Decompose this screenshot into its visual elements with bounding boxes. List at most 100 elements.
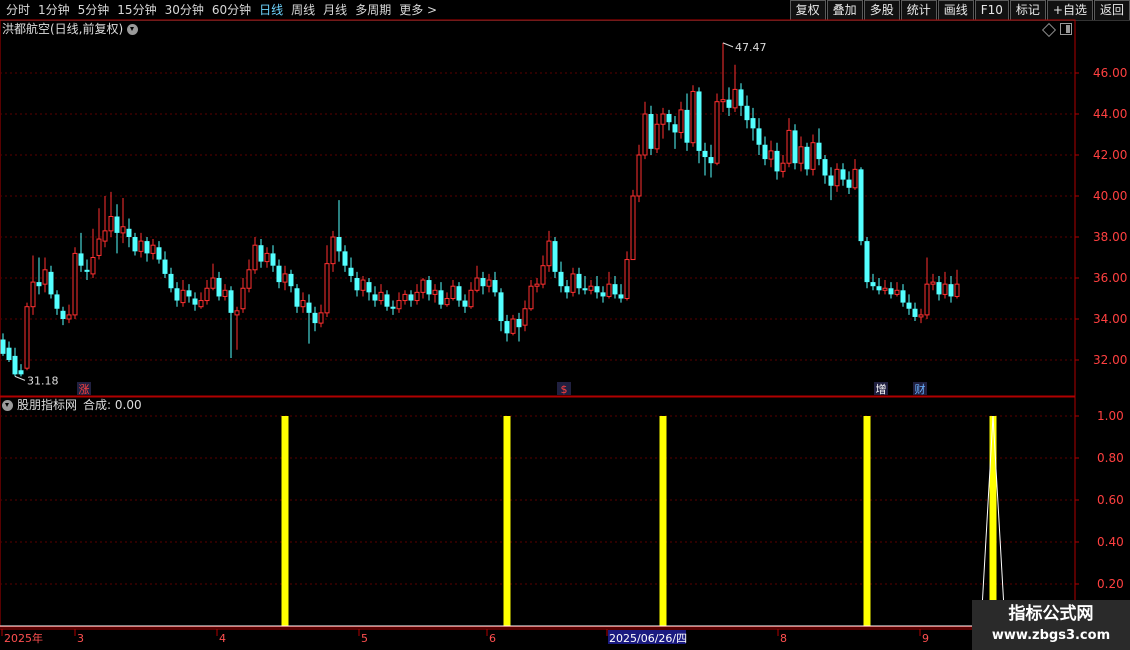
candle-body-up (246, 269, 252, 289)
event-marker: $ (561, 383, 568, 396)
candle-body-up (300, 300, 306, 308)
candle-body-up (522, 308, 528, 326)
candle-body-down (504, 321, 510, 334)
price-tick-label: 36.00 (1093, 271, 1127, 285)
signal-bar (659, 416, 667, 626)
candle-body-down (384, 294, 390, 307)
candle-body-down (870, 282, 876, 287)
candle-body-down (564, 286, 570, 293)
price-panel-frame (0, 19, 1076, 397)
candle-body-up (624, 259, 630, 299)
candle-body-down (492, 280, 498, 293)
candle-body-down (174, 288, 180, 301)
candle-body-up (204, 287, 210, 302)
indicator-tick-label: 0.40 (1097, 535, 1124, 549)
candle-body-down (900, 290, 906, 303)
candle-body-up (894, 289, 900, 295)
candle-body-up (102, 230, 108, 242)
candle-body-down (168, 273, 174, 289)
candle-body-down (462, 300, 468, 307)
candle-body-down (792, 130, 798, 164)
indicator-panel-frame (0, 396, 1076, 628)
candle-body-down (738, 89, 744, 106)
candle-body-down (594, 286, 600, 293)
indicator-tick-label: 0.80 (1097, 451, 1124, 465)
candle-body-up (72, 252, 78, 316)
candle-body-down (762, 144, 768, 160)
price-tick-label: 38.00 (1093, 230, 1127, 244)
candle-body-down (162, 259, 168, 274)
candle-body-up (378, 291, 384, 302)
candle-body-down (708, 157, 714, 164)
candle-body-down (408, 294, 414, 301)
candle-body-down (276, 265, 282, 283)
candle-body-down (552, 241, 558, 272)
candle-body-up (654, 123, 660, 150)
high-price-label: 47.47 (735, 41, 767, 54)
candle-body-down (390, 306, 396, 309)
candle-body-down (354, 278, 360, 291)
candle-body-up (318, 312, 324, 324)
price-tick-label: 44.00 (1093, 107, 1127, 121)
date-label: 9 (922, 632, 929, 645)
candle-body-down (936, 282, 942, 295)
candle-body-down (816, 142, 822, 160)
candle-body-up (150, 244, 156, 254)
indicator-tick-label: 0.60 (1097, 493, 1124, 507)
kline-chart[interactable]: 46.00 44.00 42.00 40.00 38.00 36.00 34.00 32.00… (0, 0, 1130, 650)
candle-body-down (828, 175, 834, 186)
candle-body-down (372, 294, 378, 301)
candle-body-up (282, 273, 288, 283)
candle-body-down (12, 355, 18, 375)
candle-body-up (108, 216, 114, 232)
candle-body-up (852, 168, 858, 189)
candle-body-up (714, 101, 720, 164)
candle-body-up (768, 150, 774, 160)
candle-body-up (642, 113, 648, 156)
candle-body-down (216, 278, 222, 297)
candle-body-down (288, 273, 294, 287)
candle-body-up (780, 162, 786, 172)
candle-body-down (648, 114, 654, 149)
candle-body-up (528, 285, 534, 310)
candle-body-down (672, 124, 678, 133)
candle-body-down (114, 216, 120, 233)
signal-bar (503, 416, 511, 626)
candle-body-down (618, 294, 624, 299)
candle-body-down (726, 99, 732, 108)
date-label: 2025年 (4, 631, 43, 645)
candle-body-up (924, 283, 930, 316)
candle-body-up (720, 99, 726, 103)
candle-body-up (444, 298, 450, 306)
candle-body-down (948, 284, 954, 297)
candle-body-up (534, 283, 540, 287)
candle-body-up (834, 168, 840, 187)
candle-body-down (60, 310, 66, 319)
price-tick-label: 42.00 (1093, 148, 1127, 162)
candle-body-up (420, 279, 426, 293)
candle-body-up (882, 287, 888, 291)
candle-body-up (360, 279, 366, 291)
candle-body-down (600, 292, 606, 297)
candle-body-down (366, 282, 372, 293)
price-tick-label: 34.00 (1093, 312, 1127, 326)
candle-body-down (270, 253, 276, 266)
candle-body-down (684, 109, 690, 143)
candle-body-down (876, 286, 882, 291)
candle-body-down (576, 273, 582, 289)
candle-body-up (396, 300, 402, 310)
indicator-tick-label: 0.20 (1097, 577, 1124, 591)
candle-body-down (696, 91, 702, 151)
price-tick-label: 40.00 (1093, 189, 1127, 203)
candle-body-down (54, 294, 60, 309)
signal-bar (863, 416, 871, 626)
candle-body-up (138, 240, 144, 252)
event-marker: 涨 (79, 383, 90, 396)
candle-body-down (186, 290, 192, 297)
candle-body-up (918, 314, 924, 318)
candle-body-up (240, 287, 246, 310)
candle-body-down (18, 370, 24, 375)
candle-body-down (126, 228, 132, 237)
price-tick-label: 32.00 (1093, 353, 1127, 367)
date-label: 3 (77, 632, 84, 645)
